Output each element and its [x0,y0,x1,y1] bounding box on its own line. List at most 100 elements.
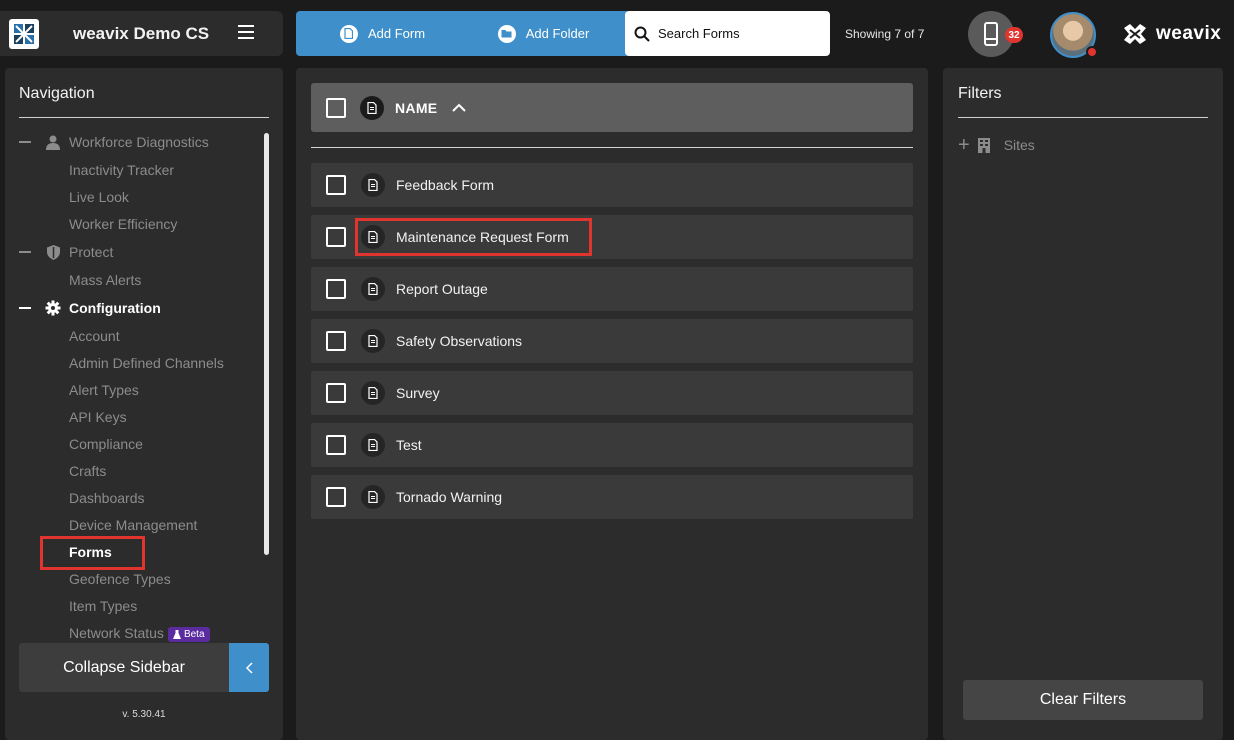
nav-item-item-types[interactable]: Item Types [69,598,137,614]
person-icon [45,134,61,150]
beta-badge: Beta [167,626,210,642]
divider [958,117,1208,118]
sort-ascending-chevron-up-icon[interactable] [451,100,467,116]
collapse-dash-icon [19,141,31,143]
add-folder-label: Add Folder [525,26,590,41]
form-name: Survey [396,385,440,401]
nav-group-workforce-diagnostics[interactable]: Workforce Diagnostics [19,134,209,150]
device-count-badge: 32 [1005,27,1023,43]
document-icon [361,433,385,457]
search-icon [634,26,650,42]
table-row[interactable]: Feedback Form [311,163,913,207]
nav-item-account[interactable]: Account [69,328,120,344]
nav-item-dashboards[interactable]: Dashboards [69,490,145,506]
folder-icon [497,24,516,43]
selection-highlight [355,218,592,256]
row-checkbox[interactable] [326,435,346,455]
select-all-checkbox[interactable] [326,97,346,118]
plus-icon: + [958,134,970,156]
divider [19,117,269,118]
nav-item-compliance[interactable]: Compliance [69,436,143,452]
table-row[interactable]: Test [311,423,913,467]
nav-item-alert-types[interactable]: Alert Types [69,382,139,398]
collapse-dash-icon [19,307,31,309]
filters-panel: Filters + Sites Clear Filters [943,68,1223,740]
search-box [625,11,830,56]
building-icon [977,137,990,153]
form-name: Report Outage [396,281,488,297]
collapse-sidebar-label: Collapse Sidebar [19,643,229,692]
nav-item-geofence-types[interactable]: Geofence Types [69,571,171,587]
table-header: NAME [311,83,913,132]
phone-icon [984,22,998,46]
row-checkbox[interactable] [326,227,346,247]
sidebar-scrollbar[interactable] [264,133,269,555]
navigation-sidebar: Navigation Workforce Diagnostics Inactiv… [5,68,283,740]
form-name: Feedback Form [396,177,495,193]
table-row[interactable]: Tornado Warning [311,475,913,519]
shield-icon [45,244,61,260]
document-icon [361,173,385,197]
collapse-sidebar-button[interactable]: Collapse Sidebar [19,643,269,692]
weavix-logo: weavix [1122,22,1221,46]
filters-title: Filters [958,85,1002,102]
table-row[interactable]: Safety Observations [311,319,913,363]
form-name: Safety Observations [396,333,523,349]
document-icon [361,381,385,405]
nav-item-admin-defined-channels[interactable]: Admin Defined Channels [69,355,224,371]
document-icon [361,329,385,353]
form-name: Test [396,437,422,453]
nav-group-label: Workforce Diagnostics [69,134,209,150]
nav-item-live-look[interactable]: Live Look [69,189,129,205]
brand-bar: weavix Demo CS [0,11,283,56]
collapse-dash-icon [19,251,31,253]
beta-label: Beta [183,628,205,640]
row-checkbox[interactable] [326,383,346,403]
row-checkbox[interactable] [326,331,346,351]
selection-highlight [40,536,145,570]
table-row[interactable]: Survey [311,371,913,415]
nav-item-network-status[interactable]: Network Status Beta [69,625,210,642]
row-checkbox[interactable] [326,279,346,299]
nav-item-label: Network Status [69,625,164,641]
nav-item-crafts[interactable]: Crafts [69,463,106,479]
nav-group-protect[interactable]: Protect [19,244,113,260]
navigation-title: Navigation [19,85,95,102]
status-dot [1086,46,1098,58]
nav-item-inactivity-tracker[interactable]: Inactivity Tracker [69,162,174,178]
column-header-name[interactable]: NAME [395,100,437,116]
add-site-filter[interactable]: + Sites [958,135,1035,155]
flask-icon [172,629,181,639]
document-icon [361,485,385,509]
app-logo-icon [9,18,39,49]
divider [311,147,913,148]
user-avatar[interactable] [1050,12,1098,58]
chevron-left-icon [229,643,269,692]
document-icon [361,277,385,301]
brand-wordmark: weavix [1156,23,1222,44]
nav-item-mass-alerts[interactable]: Mass Alerts [69,272,141,288]
app-name: weavix Demo CS [73,23,210,43]
nav-item-worker-efficiency[interactable]: Worker Efficiency [69,216,177,232]
add-form-button[interactable]: Add Form [296,11,469,56]
row-checkbox[interactable] [326,487,346,507]
hamburger-menu-icon[interactable] [238,25,254,41]
forms-list-panel: NAME Feedback Form Maintenance Request Fo… [296,68,928,740]
row-checkbox[interactable] [326,175,346,195]
sites-label: Sites [1003,137,1035,153]
nav-item-api-keys[interactable]: API Keys [69,409,127,425]
table-row[interactable]: Report Outage [311,267,913,311]
weavix-logo-icon [1124,24,1146,44]
clear-filters-button[interactable]: Clear Filters [963,680,1203,720]
form-name: Tornado Warning [396,489,503,505]
app-version: v. 5.30.41 [122,709,166,720]
add-form-label: Add Form [367,26,426,41]
search-input[interactable] [658,26,818,41]
add-folder-button[interactable]: Add Folder [457,11,630,56]
nav-item-device-management[interactable]: Device Management [69,517,197,533]
nav-group-configuration[interactable]: Configuration [19,300,161,316]
nav-group-label: Configuration [69,300,161,316]
gear-icon [45,300,61,316]
document-icon [360,95,384,120]
nav-group-label: Protect [69,244,114,260]
